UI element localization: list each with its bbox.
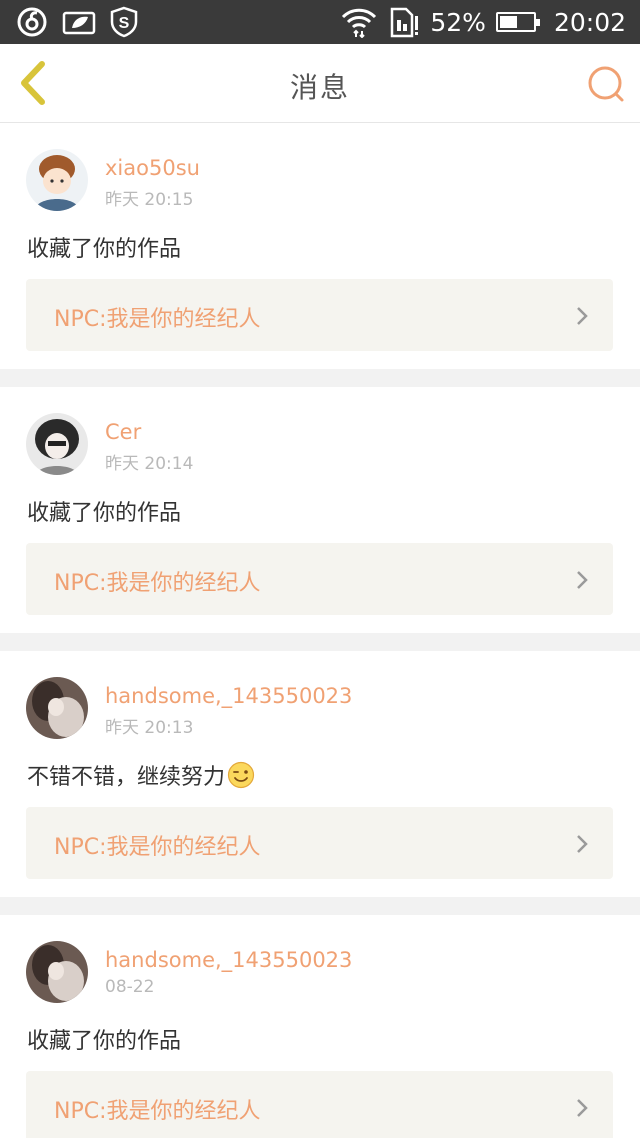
comment-text: 收藏了你的作品 — [27, 1023, 181, 1055]
divider — [0, 897, 640, 915]
comment-label: 收藏了你的作品 — [27, 237, 182, 262]
comment-label: 不错不错，继续努力 — [27, 765, 226, 790]
list-item: handsome,_143550023 08-22 收藏了你的作品 NPC:我是… — [0, 915, 640, 1138]
divider — [0, 369, 640, 387]
timestamp: 昨天 20:14 — [105, 454, 194, 474]
timestamp: 昨天 20:15 — [105, 190, 194, 210]
notification-icons: S — [16, 6, 140, 38]
wifi-icon — [342, 8, 377, 38]
username[interactable]: handsome,_143550023 — [105, 948, 352, 972]
page-title: 消息 — [289, 71, 350, 104]
username[interactable]: Cer — [105, 420, 141, 444]
work-title: NPC:我是你的经纪人 — [54, 1099, 261, 1124]
timestamp: 昨天 20:13 — [105, 718, 194, 738]
smile-wink-icon — [227, 761, 255, 789]
avatar[interactable] — [26, 941, 88, 1003]
battery-percent: 52% — [430, 7, 486, 37]
avatar[interactable] — [26, 149, 88, 211]
work-title: NPC:我是你的经纪人 — [54, 571, 261, 596]
work-title: NPC:我是你的经纪人 — [54, 307, 261, 332]
chevron-right-icon — [577, 835, 588, 853]
status-bar: S 52% 20:02 — [0, 0, 640, 44]
system-status: 52% 20:02 — [340, 0, 626, 44]
avatar[interactable] — [26, 677, 88, 739]
work-link[interactable]: NPC:我是你的经纪人 — [26, 543, 613, 615]
timestamp: 08-22 — [105, 977, 155, 997]
battery-icon — [495, 12, 540, 32]
clock: 20:02 — [553, 7, 626, 37]
search-icon[interactable] — [586, 64, 626, 104]
chevron-right-icon — [577, 571, 588, 589]
comment-text: 收藏了你的作品 — [27, 231, 181, 263]
work-link[interactable]: NPC:我是你的经纪人 — [26, 279, 613, 351]
chevron-right-icon — [577, 307, 588, 325]
chevron-right-icon — [577, 1099, 588, 1117]
comment-text: 不错不错，继续努力 — [27, 759, 255, 791]
avatar[interactable] — [26, 413, 88, 475]
work-link[interactable]: NPC:我是你的经纪人 — [26, 807, 613, 879]
svg-text:S: S — [119, 15, 130, 32]
shield-s-icon: S — [110, 6, 138, 38]
message-list: xiao50su 昨天 20:15 收藏了你的作品 NPC:我是你的经纪人 Ce… — [0, 123, 640, 1138]
list-item: handsome,_143550023 昨天 20:13 不错不错，继续努力 N… — [0, 651, 640, 897]
list-item: Cer 昨天 20:14 收藏了你的作品 NPC:我是你的经纪人 — [0, 387, 640, 633]
username[interactable]: xiao50su — [105, 156, 200, 180]
work-title: NPC:我是你的经纪人 — [54, 835, 261, 860]
leaf-card-icon — [62, 11, 96, 35]
comment-label: 收藏了你的作品 — [27, 501, 182, 526]
nav-bar: 消息 — [0, 44, 640, 123]
netease-music-icon — [17, 7, 47, 37]
username[interactable]: handsome,_143550023 — [105, 684, 352, 708]
divider — [0, 633, 640, 651]
comment-text: 收藏了你的作品 — [27, 495, 181, 527]
work-link[interactable]: NPC:我是你的经纪人 — [26, 1071, 613, 1138]
comment-label: 收藏了你的作品 — [27, 1029, 182, 1054]
sim-alert-icon — [391, 7, 419, 38]
list-item: xiao50su 昨天 20:15 收藏了你的作品 NPC:我是你的经纪人 — [0, 123, 640, 369]
